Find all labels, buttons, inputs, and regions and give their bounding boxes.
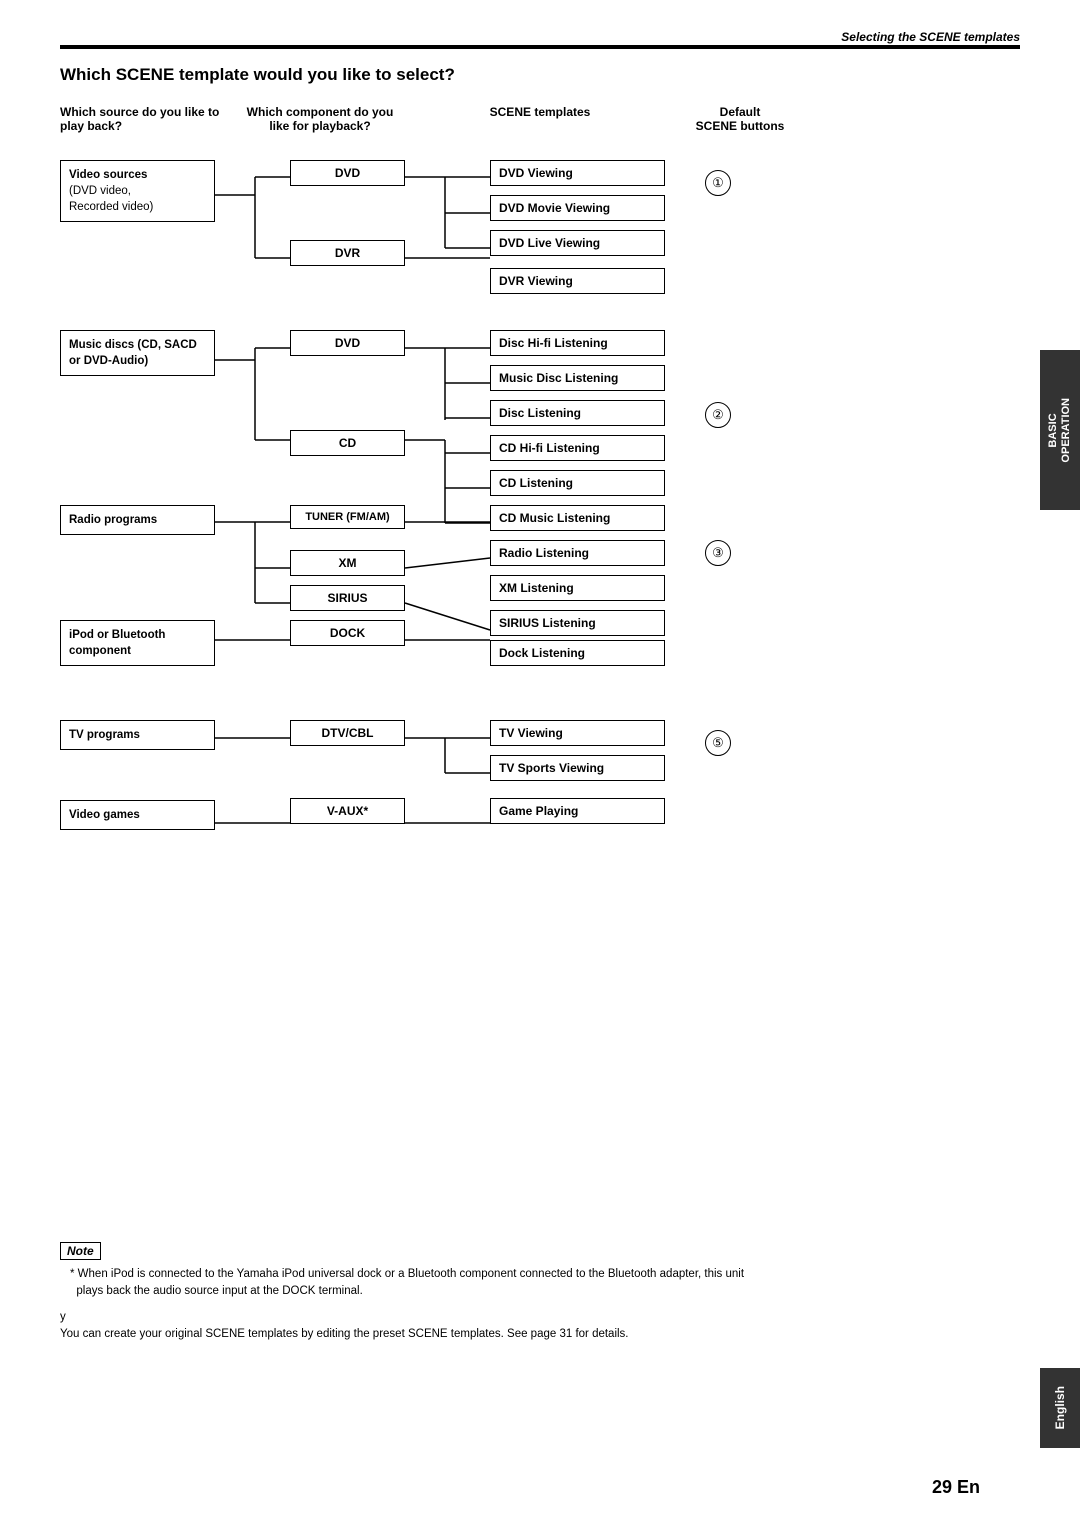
scene-button-2[interactable]: ② [705,402,731,428]
scene-dvd-movie: DVD Movie Viewing [490,195,665,221]
comp-dvr: DVR [290,240,405,266]
comp-vaux: V-AUX* [290,798,405,824]
source-games: Video games [60,800,215,830]
scene-tv-sports: TV Sports Viewing [490,755,665,781]
source-tv: TV programs [60,720,215,750]
source-radio: Radio programs [60,505,215,535]
top-rule [60,45,1020,49]
english-label: English [1053,1386,1067,1429]
comp-dvd2: DVD [290,330,405,356]
scene-radio: Radio Listening [490,540,665,566]
comp-cd: CD [290,430,405,456]
comp-dock: DOCK [290,620,405,646]
basic-operation-label: BASICOPERATION [1047,398,1073,463]
scene-cd-listening: CD Listening [490,470,665,496]
source-music: Music discs (CD, SACDor DVD-Audio) [60,330,215,376]
note-text-2: y You can create your original SCENE tem… [60,1309,980,1344]
scene-button-1[interactable]: ① [705,170,731,196]
source-video: Video sources(DVD video,Recorded video) [60,160,215,222]
comp-tuner: TUNER (FM/AM) [290,505,405,529]
page-number: 29 En [932,1477,980,1498]
scene-dvr-viewing: DVR Viewing [490,268,665,294]
col-scene: SCENE templates [440,105,640,133]
scene-dvd-live: DVD Live Viewing [490,230,665,256]
scene-dvd-viewing: DVD Viewing [490,160,665,186]
note-section: Note * When iPod is connected to the Yam… [60,1242,980,1343]
scene-dock: Dock Listening [490,640,665,666]
scene-cd-hifi: CD Hi-fi Listening [490,435,665,461]
diagram: Video sources(DVD video,Recorded video) … [60,130,980,1030]
scene-disc-hifi: Disc Hi-fi Listening [490,330,665,356]
scene-xm: XM Listening [490,575,665,601]
scene-button-5[interactable]: ⑤ [705,730,731,756]
scene-disc-listening: Disc Listening [490,400,665,426]
scene-button-3[interactable]: ③ [705,540,731,566]
scene-tv-viewing: TV Viewing [490,720,665,746]
scene-game-playing: Game Playing [490,798,665,824]
comp-xm: XM [290,550,405,576]
english-tab: English [1040,1368,1080,1448]
basic-operation-tab: BASICOPERATION [1040,350,1080,510]
comp-dvd1: DVD [290,160,405,186]
main-title: Which SCENE template would you like to s… [60,65,455,85]
section-title: Selecting the SCENE templates [841,30,1020,44]
scene-cd-music: CD Music Listening [490,505,665,531]
source-ipod: iPod or Bluetoothcomponent [60,620,215,666]
scene-sirius: SIRIUS Listening [490,610,665,636]
col-component: Which component do youlike for playback? [240,105,400,133]
note-text-1: * When iPod is connected to the Yamaha i… [70,1266,980,1301]
col-default: DefaultSCENE buttons [680,105,800,133]
comp-sirius: SIRIUS [290,585,405,611]
note-label: Note [60,1242,101,1260]
scene-music-disc: Music Disc Listening [490,365,665,391]
col-source: Which source do you like toplay back? [60,105,230,133]
column-headers: Which source do you like toplay back? Wh… [60,105,980,133]
comp-dtvcbl: DTV/CBL [290,720,405,746]
